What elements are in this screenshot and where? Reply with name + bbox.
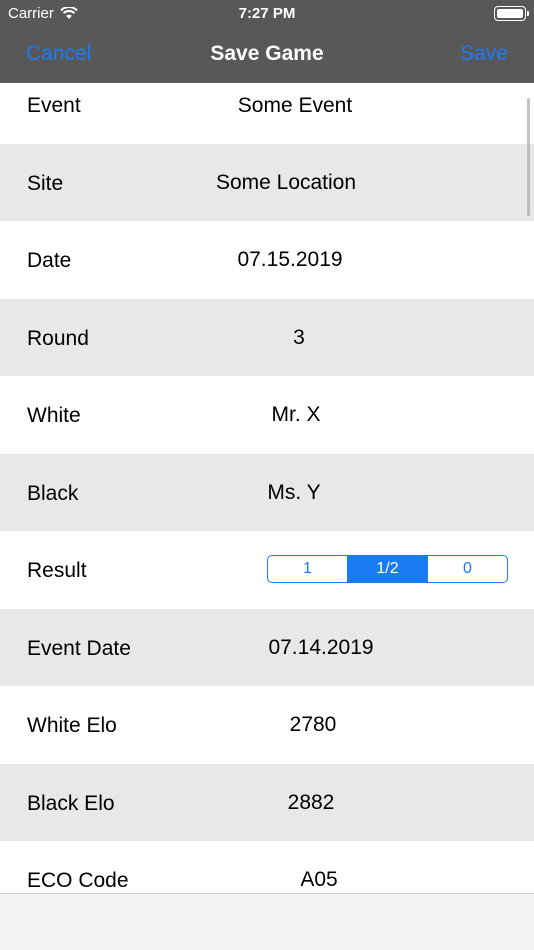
save-button[interactable]: Save bbox=[460, 42, 508, 66]
event-date-label: Event Date bbox=[27, 636, 131, 660]
navigation-bar: Cancel Save Game Save bbox=[0, 28, 534, 83]
black-elo-label: Black Elo bbox=[27, 791, 115, 815]
row-date[interactable]: Date 07.15.2019 bbox=[0, 221, 534, 299]
eco-code-label: ECO Code bbox=[27, 869, 129, 892]
row-round[interactable]: Round 3 bbox=[0, 298, 534, 376]
row-black[interactable]: Black Ms. Y bbox=[0, 453, 534, 531]
clock: 7:27 PM bbox=[238, 5, 296, 22]
row-black-elo[interactable]: Black Elo 2882 bbox=[0, 763, 534, 841]
white-elo-field[interactable]: 2780 bbox=[290, 713, 337, 737]
row-event-date[interactable]: Event Date 07.14.2019 bbox=[0, 608, 534, 686]
result-label: Result bbox=[27, 559, 87, 582]
date-label: Date bbox=[27, 249, 72, 272]
round-field[interactable]: 3 bbox=[293, 326, 305, 350]
row-white-elo[interactable]: White Elo 2780 bbox=[0, 686, 534, 764]
row-eco-code[interactable]: ECO Code A05 bbox=[0, 841, 534, 893]
result-option-loss[interactable]: 0 bbox=[428, 556, 507, 582]
black-elo-field[interactable]: 2882 bbox=[288, 791, 335, 815]
result-segmented-control[interactable]: 1 1/2 0 bbox=[267, 555, 508, 583]
black-player-field[interactable]: Ms. Y bbox=[267, 481, 320, 505]
status-bar: Carrier 7:27 PM bbox=[0, 0, 534, 28]
black-label: Black bbox=[27, 481, 79, 505]
row-site[interactable]: Site Some Location bbox=[0, 143, 534, 221]
battery-icon bbox=[494, 6, 529, 21]
result-option-draw[interactable]: 1/2 bbox=[348, 556, 428, 582]
site-field[interactable]: Some Location bbox=[216, 171, 356, 195]
event-date-field[interactable]: 07.14.2019 bbox=[268, 636, 373, 660]
page-title: Save Game bbox=[210, 42, 324, 65]
row-result: Result 1 1/2 0 bbox=[0, 531, 534, 609]
date-field[interactable]: 07.15.2019 bbox=[237, 248, 342, 272]
white-player-field[interactable]: Mr. X bbox=[271, 403, 320, 427]
row-white[interactable]: White Mr. X bbox=[0, 376, 534, 454]
scroll-indicator[interactable] bbox=[527, 98, 530, 216]
round-label: Round bbox=[27, 326, 89, 350]
result-option-win[interactable]: 1 bbox=[268, 556, 348, 582]
bottom-toolbar bbox=[0, 893, 534, 950]
white-elo-label: White Elo bbox=[27, 714, 117, 737]
event-field[interactable]: Some Event bbox=[238, 94, 352, 118]
white-label: White bbox=[27, 404, 81, 427]
eco-code-field[interactable]: A05 bbox=[300, 868, 337, 892]
event-label: Event bbox=[27, 94, 81, 117]
row-event[interactable]: Event Some Event bbox=[0, 83, 534, 144]
site-label: Site bbox=[27, 171, 64, 195]
game-details-form[interactable]: Event Some Event Site Some Location Date… bbox=[0, 83, 534, 893]
